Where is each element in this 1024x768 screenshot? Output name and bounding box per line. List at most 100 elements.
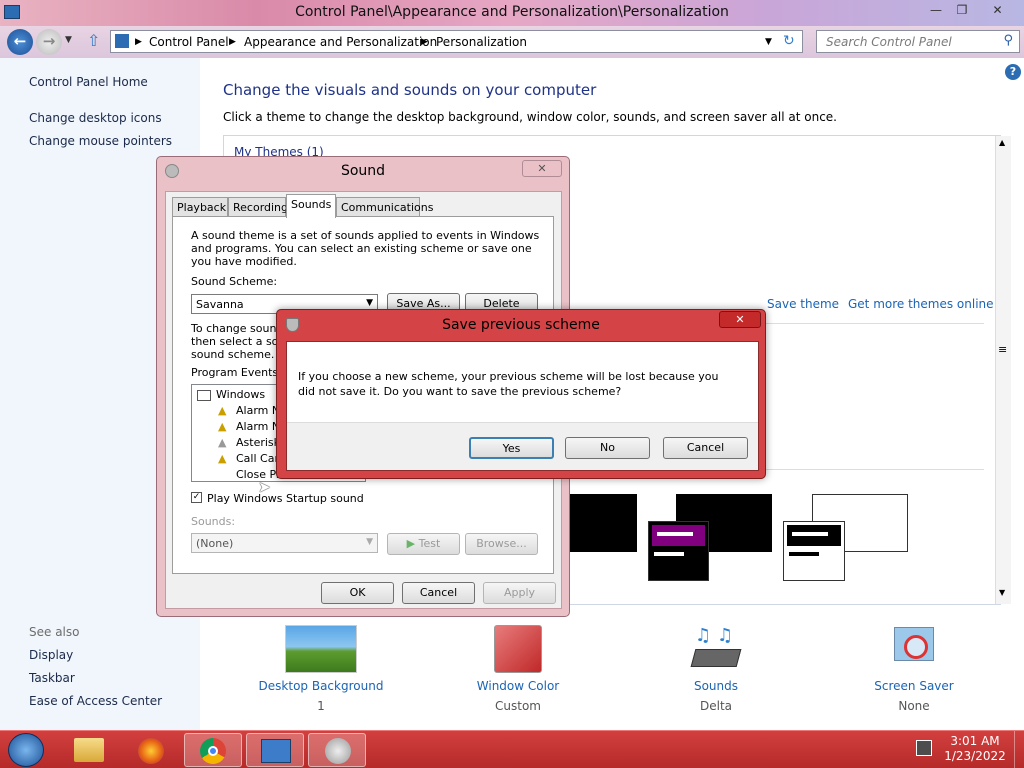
address-dropdown-icon[interactable]: ▼ <box>765 37 772 47</box>
clock[interactable]: 3:01 AM 1/23/2022 <box>940 734 1010 764</box>
display-link[interactable]: Display <box>29 648 73 662</box>
change-sound-text-3: sound scheme. <box>191 348 275 361</box>
browse-button: Browse... <box>465 533 538 555</box>
sounds-icon: ♫ ♫ <box>690 625 742 673</box>
change-mouse-pointers-link[interactable]: Change mouse pointers <box>29 134 172 148</box>
search-icon[interactable]: ⚲ <box>1003 33 1013 48</box>
taskbar-firefox[interactable] <box>122 733 180 767</box>
list-item[interactable]: Asterisk <box>236 436 280 449</box>
show-desktop-button[interactable] <box>1014 731 1024 768</box>
sounds-label[interactable]: Sounds <box>641 679 791 693</box>
desktop-background-label[interactable]: Desktop Background <box>246 679 396 693</box>
recent-pages-dropdown[interactable]: ▼ <box>65 35 72 45</box>
desktop-background-tile[interactable]: Desktop Background 1 <box>246 625 396 713</box>
speaker-icon: ▲ <box>218 420 227 433</box>
taskbar: 3:01 AM 1/23/2022 <box>0 730 1024 768</box>
close-button[interactable]: ✕ <box>975 2 1020 19</box>
sound-scheme-value: Savanna <box>196 298 244 311</box>
save-theme-link[interactable]: Save theme <box>767 297 839 311</box>
network-icon[interactable] <box>916 740 932 756</box>
cancel-button[interactable]: Cancel <box>663 437 748 459</box>
screen-saver-icon <box>890 625 938 673</box>
window-color-tile[interactable]: Window Color Custom <box>443 625 593 713</box>
sound-scheme-label: Sound Scheme: <box>191 275 278 288</box>
page-subtitle: Click a theme to change the desktop back… <box>223 110 837 124</box>
minimize-button[interactable]: — <box>923 2 949 19</box>
chevron-down-icon[interactable]: ▼ <box>366 298 373 308</box>
tab-recording[interactable]: Recording <box>228 197 288 217</box>
breadcrumb-appearance[interactable]: Appearance and Personalization <box>244 35 437 49</box>
breadcrumb-separator-icon[interactable]: ▶ <box>135 37 142 47</box>
tab-playback[interactable]: Playback <box>172 197 228 217</box>
speaker-icon: ▲ <box>218 436 227 449</box>
theme-divider <box>764 469 984 470</box>
speaker-icon <box>325 738 351 764</box>
maximize-button[interactable]: ❐ <box>949 2 975 19</box>
desktop-background-value: 1 <box>317 699 325 713</box>
breadcrumb-personalization[interactable]: Personalization <box>436 35 527 49</box>
high-contrast-theme-2-window <box>648 521 709 581</box>
save-scheme-message: If you choose a new scheme, your previou… <box>298 370 719 398</box>
list-item[interactable]: Call Can <box>236 452 281 465</box>
scroll-up-icon[interactable]: ▲ <box>999 138 1005 147</box>
control-panel-home-link[interactable]: Control Panel Home <box>29 75 148 89</box>
yes-button[interactable]: Yes <box>469 437 554 459</box>
sounds-tile[interactable]: ♫ ♫ Sounds Delta <box>641 625 791 713</box>
speaker-icon: ▲ <box>218 404 227 417</box>
program-events-label: Program Events: <box>191 366 282 379</box>
high-contrast-theme-1[interactable] <box>567 494 637 552</box>
window-title-bar[interactable]: Control Panel\Appearance and Personaliza… <box>0 0 1024 26</box>
taskbar-sound[interactable] <box>308 733 366 767</box>
breadcrumb[interactable]: ▶ Control Panel ▶ Appearance and Persona… <box>110 30 803 53</box>
breadcrumb-separator-icon[interactable]: ▶ <box>421 37 428 47</box>
startup-sound-label[interactable]: Play Windows Startup sound <box>207 492 364 505</box>
save-scheme-dialog-body: If you choose a new scheme, your previou… <box>286 341 759 471</box>
tab-sounds[interactable]: Sounds <box>286 194 336 218</box>
taskbar-control-panel[interactable] <box>246 733 304 767</box>
scroll-down-icon[interactable]: ▼ <box>999 588 1005 597</box>
screen-saver-label[interactable]: Screen Saver <box>839 679 989 693</box>
no-button[interactable]: No <box>565 437 650 459</box>
sound-dialog-close-button[interactable]: ✕ <box>522 160 562 177</box>
save-scheme-dialog[interactable]: Save previous scheme ✕ If you choose a n… <box>276 309 766 479</box>
screen-saver-tile[interactable]: Screen Saver None <box>839 625 989 713</box>
see-also-label: See also <box>29 625 80 639</box>
window-color-label[interactable]: Window Color <box>443 679 593 693</box>
ease-of-access-link[interactable]: Ease of Access Center <box>29 694 162 708</box>
change-desktop-icons-link[interactable]: Change desktop icons <box>29 111 162 125</box>
sounds-value: Delta <box>699 699 732 713</box>
sound-dialog-title: Sound <box>340 163 386 179</box>
speaker-icon: ▲ <box>218 452 227 465</box>
windows-folder-icon <box>197 390 211 401</box>
breadcrumb-control-panel[interactable]: Control Panel <box>149 35 229 49</box>
desktop-background-icon <box>285 625 357 673</box>
start-button[interactable] <box>8 733 44 767</box>
theme-list-scrollbar[interactable]: ▲ ≡ ▼ <box>995 136 1011 604</box>
theme-divider <box>764 323 984 324</box>
change-sound-text-1: To change sound <box>191 322 284 335</box>
ok-button[interactable]: OK <box>321 582 394 604</box>
help-icon[interactable]: ? <box>1005 64 1021 80</box>
scroll-thumb[interactable]: ≡ <box>998 343 1007 356</box>
save-scheme-button-row: Yes No Cancel <box>287 422 758 470</box>
cancel-button[interactable]: Cancel <box>402 582 475 604</box>
forward-button[interactable]: → <box>36 29 62 55</box>
get-more-themes-link[interactable]: Get more themes online <box>848 297 994 311</box>
up-arrow-icon[interactable]: ⇧ <box>87 31 100 50</box>
sound-theme-description: A sound theme is a set of sounds applied… <box>191 229 540 268</box>
taskbar-chrome[interactable] <box>184 733 242 767</box>
startup-sound-checkbox[interactable]: ✓ <box>191 492 202 503</box>
list-item[interactable]: Windows <box>216 388 265 401</box>
tab-communications[interactable]: Communications <box>336 197 433 217</box>
refresh-icon[interactable]: ↻ <box>783 33 795 49</box>
search-input[interactable]: Search Control Panel ⚲ <box>816 30 1020 53</box>
control-panel-icon <box>261 739 291 763</box>
chevron-down-icon: ▼ <box>366 537 373 547</box>
back-button[interactable]: ← <box>7 29 33 55</box>
breadcrumb-separator-icon[interactable]: ▶ <box>229 37 236 47</box>
sounds-select-value: (None) <box>196 537 234 550</box>
taskbar-explorer[interactable] <box>60 733 118 767</box>
address-toolbar: ← → ▼ ⇧ ▶ Control Panel ▶ Appearance and… <box>0 26 1024 58</box>
taskbar-link[interactable]: Taskbar <box>29 671 75 685</box>
save-scheme-close-button[interactable]: ✕ <box>719 311 761 328</box>
